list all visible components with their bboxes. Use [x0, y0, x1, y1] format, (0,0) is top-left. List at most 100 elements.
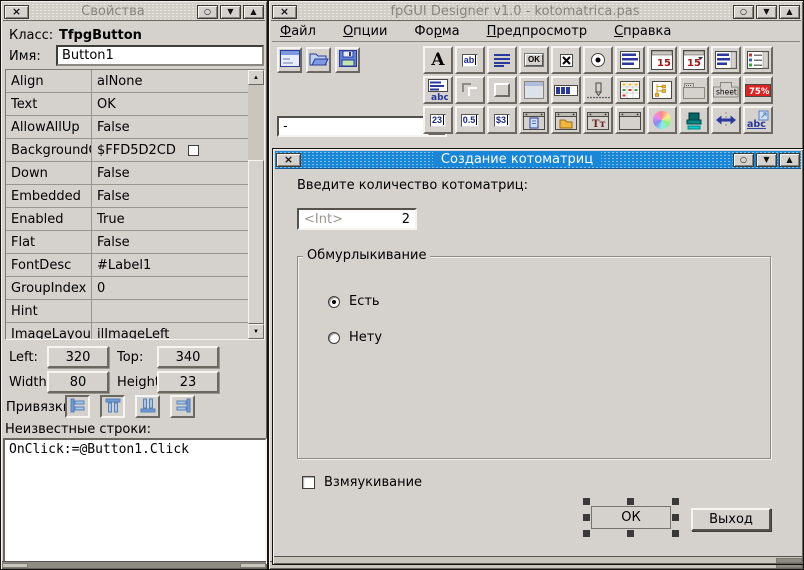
- newform-button[interactable]: [277, 47, 302, 73]
- radio-yes[interactable]: Есть: [328, 294, 380, 309]
- palette-listbox-button[interactable]: [615, 46, 645, 74]
- left-value[interactable]: 320: [47, 346, 109, 368]
- palette-memo-button[interactable]: [487, 46, 517, 74]
- scroll-down-icon[interactable]: ▼: [248, 324, 264, 339]
- shade-icon[interactable]: ▼: [756, 5, 777, 19]
- prop-name-ImageLayout[interactable]: ImageLayout: [6, 323, 91, 339]
- prop-name-BackgroundC[interactable]: BackgroundC: [6, 139, 91, 161]
- close-icon[interactable]: ×: [4, 5, 29, 19]
- selection-handle[interactable]: [583, 530, 590, 537]
- palette-treeview-button[interactable]: [647, 76, 677, 104]
- selection-handle[interactable]: [672, 530, 679, 537]
- palette-formdialog-button[interactable]: [615, 106, 645, 134]
- rollup-icon[interactable]: ▲: [779, 153, 800, 167]
- prop-name-Text[interactable]: Text: [6, 93, 91, 115]
- form-titlebar[interactable]: × Создание котоматриц ○ ▼ ▲: [275, 151, 801, 169]
- form-resize-bar[interactable]: [274, 556, 802, 563]
- minimize-icon[interactable]: ○: [733, 153, 754, 167]
- menu-item-1[interactable]: Опции: [343, 24, 387, 39]
- rollup-icon[interactable]: ▲: [779, 5, 800, 19]
- prop-value-Hint[interactable]: [92, 300, 248, 322]
- ok-button[interactable]: ОК: [591, 506, 671, 529]
- int-input[interactable]: <Int> 2: [297, 208, 417, 230]
- anchor-top-button[interactable]: [100, 395, 125, 418]
- prop-name-GroupIndex[interactable]: GroupIndex: [6, 277, 91, 299]
- prop-name-Down[interactable]: Down: [6, 162, 91, 184]
- palette-calendar-button[interactable]: 15: [647, 46, 677, 74]
- resize-grip[interactable]: [240, 563, 266, 568]
- palette-tabsheet-button[interactable]: sheet: [711, 76, 741, 104]
- prop-value-GroupIndex[interactable]: 0: [92, 277, 248, 299]
- minimize-icon[interactable]: ○: [197, 5, 218, 19]
- save-button[interactable]: [335, 47, 360, 73]
- anchor-right-button[interactable]: [170, 395, 195, 418]
- prop-value-Text[interactable]: OK: [92, 93, 248, 115]
- palette-printer-button[interactable]: [679, 106, 709, 134]
- palette-fontdialog-button[interactable]: Tт: [583, 106, 613, 134]
- prop-value-FontDesc[interactable]: #Label1: [92, 254, 248, 276]
- palette-splitter-button[interactable]: [711, 106, 741, 134]
- selection-handle[interactable]: [672, 514, 679, 521]
- palette-trackbar-button[interactable]: [583, 76, 613, 104]
- palette-filedialog-button[interactable]: [519, 106, 549, 134]
- selection-handle[interactable]: [583, 514, 590, 521]
- shade-icon[interactable]: ▼: [756, 153, 777, 167]
- color-checkbox[interactable]: [188, 145, 199, 156]
- palette-hyperlink-button[interactable]: abc: [743, 106, 773, 134]
- prop-name-Hint[interactable]: Hint: [6, 300, 91, 322]
- top-value[interactable]: 340: [157, 346, 219, 368]
- properties-titlebar[interactable]: × Свойства ○ ▼ ▲: [3, 3, 265, 21]
- palette-label-button[interactable]: A: [423, 46, 453, 74]
- palette-dirdialog-button[interactable]: [551, 106, 581, 134]
- checkbox-meowing[interactable]: Взмяукивание: [302, 475, 422, 490]
- menu-item-4[interactable]: Справка: [614, 24, 671, 39]
- prop-value-BackgroundC[interactable]: $FFD5D2CD: [92, 139, 248, 161]
- name-input[interactable]: [56, 45, 264, 66]
- palette-gauge-button[interactable]: 75%: [743, 76, 773, 104]
- palette-stringgrid-button[interactable]: [615, 76, 645, 104]
- palette-edit-button[interactable]: ab: [455, 46, 485, 74]
- scroll-up-icon[interactable]: ▲: [248, 70, 264, 85]
- exit-button[interactable]: Выход: [691, 508, 771, 531]
- property-grid-scrollbar[interactable]: ▲ ▼: [248, 70, 264, 339]
- selection-handle[interactable]: [583, 498, 590, 505]
- palette-button-button[interactable]: OK: [519, 46, 549, 74]
- palette-colorwheel-button[interactable]: [647, 106, 677, 134]
- close-icon[interactable]: ×: [276, 153, 301, 167]
- prop-value-Down[interactable]: False: [92, 162, 248, 184]
- open-button[interactable]: [306, 47, 331, 73]
- prop-name-Enabled[interactable]: Enabled: [6, 208, 91, 230]
- prop-value-Align[interactable]: alNone: [92, 70, 248, 92]
- prop-name-Align[interactable]: Align: [6, 70, 91, 92]
- palette-editfloat-button[interactable]: 0.5: [455, 106, 485, 134]
- prop-value-AllowAllUp[interactable]: False: [92, 116, 248, 138]
- palette-editcurrency-button[interactable]: $3: [487, 106, 517, 134]
- palette-page-button[interactable]: [519, 76, 549, 104]
- palette-checklistbox-button[interactable]: [743, 46, 773, 74]
- prop-value-Enabled[interactable]: True: [92, 208, 248, 230]
- widget-combo[interactable]: - ▼: [277, 116, 447, 137]
- rollup-icon[interactable]: ▲: [243, 5, 264, 19]
- menu-item-0[interactable]: Файл: [280, 24, 316, 39]
- radio-no[interactable]: Нету: [328, 330, 382, 345]
- palette-progressbar-button[interactable]: [551, 76, 581, 104]
- palette-editinteger-button[interactable]: 23: [423, 106, 453, 134]
- prop-name-AllowAllUp[interactable]: AllowAllUp: [6, 116, 91, 138]
- prop-name-Flat[interactable]: Flat: [6, 231, 91, 253]
- close-icon[interactable]: ×: [272, 5, 297, 19]
- palette-panel-button[interactable]: [487, 76, 517, 104]
- selection-handle[interactable]: [627, 498, 634, 505]
- palette-pagecontrol-button[interactable]: [679, 76, 709, 104]
- minimize-icon[interactable]: ○: [733, 5, 754, 19]
- menu-item-3[interactable]: Предпросмотр: [487, 24, 587, 39]
- palette-bevel-button[interactable]: [455, 76, 485, 104]
- resize-grip[interactable]: [2, 563, 28, 568]
- palette-checkbox-button[interactable]: [551, 46, 581, 74]
- prop-value-Embedded[interactable]: False: [92, 185, 248, 207]
- scrollbar-thumb[interactable]: [248, 160, 264, 324]
- anchor-left-button[interactable]: [65, 395, 90, 418]
- palette-radiobutton-button[interactable]: [583, 46, 613, 74]
- palette-calendarcombo-button[interactable]: 15: [679, 46, 709, 74]
- selection-handle[interactable]: [672, 498, 679, 505]
- width-value[interactable]: 80: [47, 371, 109, 393]
